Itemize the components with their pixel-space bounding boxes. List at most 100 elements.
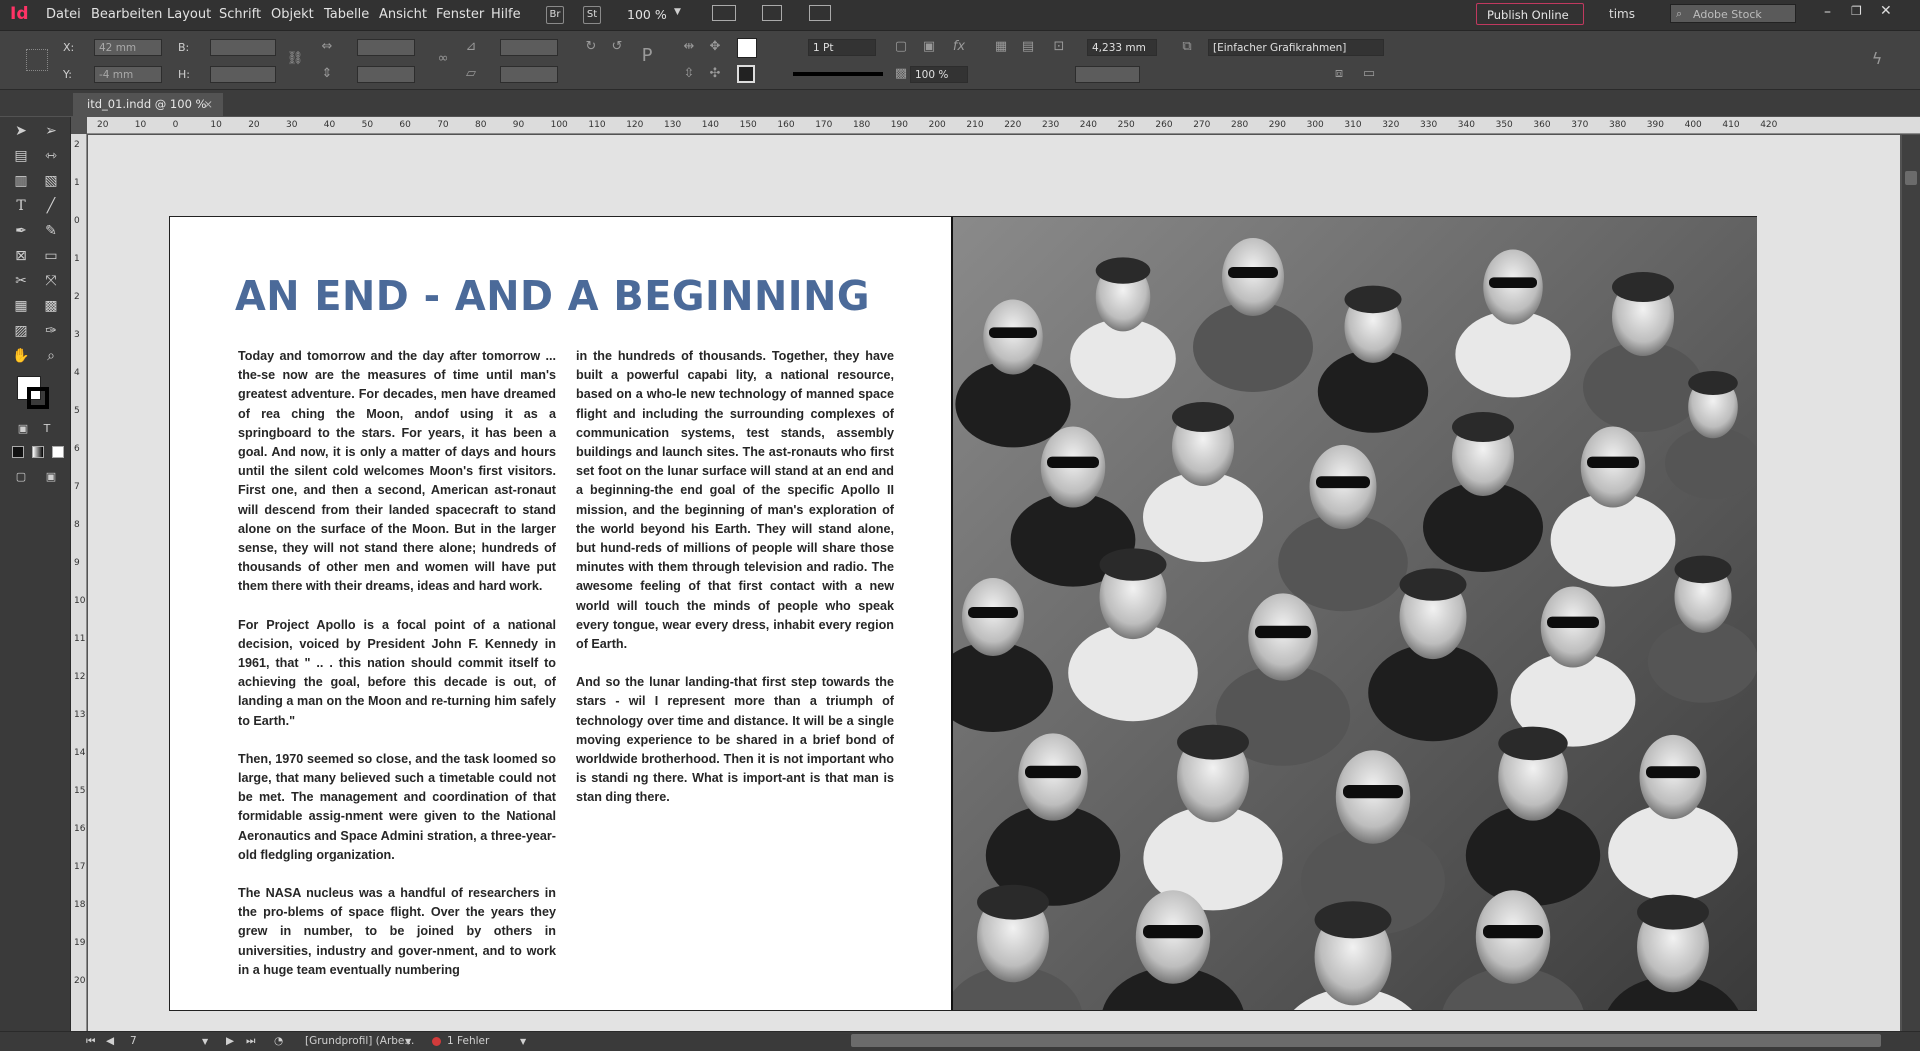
zoom-level[interactable]: 100 %: [627, 7, 667, 22]
vertical-scrollbar[interactable]: [1902, 135, 1920, 1031]
opacity-field[interactable]: 100 %: [910, 66, 968, 83]
link-scale-icon[interactable]: ∞: [434, 51, 452, 67]
fill-swatch[interactable]: [737, 38, 757, 58]
select-container-icon[interactable]: ✥: [706, 39, 724, 55]
preview-mode-icon[interactable]: ▣: [40, 467, 62, 487]
first-page-icon[interactable]: ⏮: [86, 1035, 95, 1048]
view-options-icon[interactable]: [712, 5, 736, 21]
clear-overrides-icon[interactable]: ▭: [1360, 66, 1378, 82]
rectangle-frame-tool-icon[interactable]: ⊠: [10, 246, 32, 266]
last-page-icon[interactable]: ⏭: [246, 1035, 255, 1048]
direct-selection-tool-icon[interactable]: ➢: [40, 121, 62, 141]
bridge-button[interactable]: Br: [546, 6, 564, 24]
quick-apply-icon[interactable]: ϟ: [1868, 51, 1886, 67]
publish-online-button[interactable]: Publish Online: [1476, 3, 1584, 25]
rotate-cw-icon[interactable]: ↻: [582, 39, 600, 55]
height-field[interactable]: [210, 66, 276, 83]
arrange-documents-icon[interactable]: [809, 5, 831, 21]
stroke-weight-field[interactable]: 1 Pt: [808, 39, 876, 56]
adobe-stock-search[interactable]: ⌕ Adobe Stock: [1670, 4, 1796, 23]
menu-ansicht[interactable]: Ansicht: [379, 7, 427, 22]
stroke-color-icon[interactable]: [27, 387, 49, 409]
open-page-icon[interactable]: ◔: [274, 1035, 283, 1047]
minimize-icon[interactable]: –: [1824, 4, 1831, 20]
format-text-icon[interactable]: T: [36, 419, 58, 439]
menu-bearbeiten[interactable]: Bearbeiten: [91, 7, 162, 22]
text-column-2[interactable]: in the hundreds of thousands. Together, …: [576, 347, 894, 827]
width-field[interactable]: [210, 39, 276, 56]
text-frame-icon[interactable]: P: [638, 47, 656, 65]
offset-field[interactable]: 4,233 mm: [1087, 39, 1157, 56]
constrain-proportions-icon[interactable]: ⛓: [286, 51, 304, 67]
line-tool-icon[interactable]: ╱: [40, 196, 62, 216]
shear-field[interactable]: [500, 66, 558, 83]
horizontal-ruler[interactable]: 20 10 0 10 20 30 40 50 60 70 80 90 100 110 120 130 140 15…: [87, 117, 1920, 134]
close-icon[interactable]: ✕: [1880, 3, 1892, 19]
preflight-profile[interactable]: [Grundprofil] (Arbe...: [305, 1035, 414, 1047]
scale-x-field[interactable]: [357, 39, 415, 56]
next-page-icon[interactable]: ▶: [226, 1035, 234, 1047]
text-wrap-icon[interactable]: ⊡: [1050, 39, 1068, 55]
flip-vertical-icon[interactable]: ⇳: [680, 66, 698, 82]
apply-none-icon[interactable]: [52, 446, 64, 458]
page-number-field[interactable]: 7: [130, 1035, 137, 1047]
hand-tool-icon[interactable]: ✋: [10, 346, 32, 366]
zoom-tool-icon[interactable]: ⌕: [40, 346, 62, 366]
user-menu[interactable]: tims: [1609, 7, 1635, 21]
rotate-ccw-icon[interactable]: ↺: [608, 39, 626, 55]
content-collector-icon[interactable]: ▥: [10, 171, 32, 191]
screen-mode-icon[interactable]: [762, 5, 782, 21]
drop-shadow-icon[interactable]: ▢: [892, 39, 910, 55]
fit-frame-icon[interactable]: ▦: [992, 39, 1010, 55]
menu-fenster[interactable]: Fenster: [436, 7, 484, 22]
zoom-dropdown-icon[interactable]: ▼: [674, 7, 681, 17]
vertical-ruler[interactable]: 2 1 0 1 2 3 4 5 6 7 8 9 10 11 12 13 14 15 16 17 18 19 20: [71, 134, 87, 1031]
error-count[interactable]: 1 Fehler: [447, 1035, 489, 1047]
page-tool-icon[interactable]: ▤: [10, 146, 32, 166]
gradient-feather-tool-icon[interactable]: ▩: [40, 296, 62, 316]
free-transform-tool-icon[interactable]: ⤧: [40, 271, 62, 291]
stock-button[interactable]: St: [583, 6, 601, 24]
flip-horizontal-icon[interactable]: ⇹: [680, 39, 698, 55]
gap-tool-icon[interactable]: ⇿: [40, 146, 62, 166]
scale-y-field[interactable]: [357, 66, 415, 83]
gradient-swatch-tool-icon[interactable]: ▦: [10, 296, 32, 316]
document-tab[interactable]: itd_01.indd @ 100 % ×: [73, 93, 223, 116]
eyedropper-tool-icon[interactable]: ✑: [40, 321, 62, 341]
profile-dropdown-icon[interactable]: ▼: [405, 1037, 411, 1046]
page-dropdown-icon[interactable]: ▼: [202, 1037, 208, 1046]
restore-icon[interactable]: ❐: [1851, 4, 1862, 18]
object-style-dropdown[interactable]: [Einfacher Grafikrahmen]: [1208, 39, 1384, 56]
type-tool-icon[interactable]: T: [10, 196, 32, 216]
horizontal-scroll-thumb[interactable]: [851, 1034, 1881, 1047]
pen-tool-icon[interactable]: ✒: [10, 221, 32, 241]
content-placer-icon[interactable]: ▧: [40, 171, 62, 191]
y-field[interactable]: -4 mm: [94, 66, 162, 83]
menu-objekt[interactable]: Objekt: [271, 7, 314, 22]
stroke-type-preview[interactable]: [793, 72, 883, 76]
format-container-icon[interactable]: ▣: [12, 419, 34, 439]
fit-content-icon[interactable]: ▤: [1019, 39, 1037, 55]
errors-dropdown-icon[interactable]: ▼: [520, 1037, 526, 1046]
rectangle-tool-icon[interactable]: ▭: [40, 246, 62, 266]
crowd-photo-frame[interactable]: [951, 217, 1757, 1010]
previous-page-icon[interactable]: ◀: [106, 1035, 114, 1047]
vertical-scroll-thumb[interactable]: [1905, 171, 1917, 185]
menu-tabelle[interactable]: Tabelle: [324, 7, 369, 22]
text-column-1[interactable]: Today and tomorrow and the day after tom…: [238, 347, 556, 999]
note-tool-icon[interactable]: ▨: [10, 321, 32, 341]
select-content-icon[interactable]: ✣: [706, 66, 724, 82]
selection-tool-icon[interactable]: ➤: [10, 121, 32, 141]
apply-color-icon[interactable]: [12, 446, 24, 458]
menu-datei[interactable]: Datei: [46, 7, 81, 22]
content-field[interactable]: [1075, 66, 1140, 83]
effects-icon[interactable]: ▣: [920, 39, 938, 55]
stroke-swatch[interactable]: [737, 65, 755, 83]
menu-hilfe[interactable]: Hilfe: [491, 7, 521, 22]
normal-view-icon[interactable]: ▢: [10, 467, 32, 487]
tab-close-icon[interactable]: ×: [203, 93, 213, 116]
menu-layout[interactable]: Layout: [167, 7, 211, 22]
menu-schrift[interactable]: Schrift: [219, 7, 261, 22]
apply-gradient-icon[interactable]: [32, 446, 44, 458]
pencil-tool-icon[interactable]: ✎: [40, 221, 62, 241]
